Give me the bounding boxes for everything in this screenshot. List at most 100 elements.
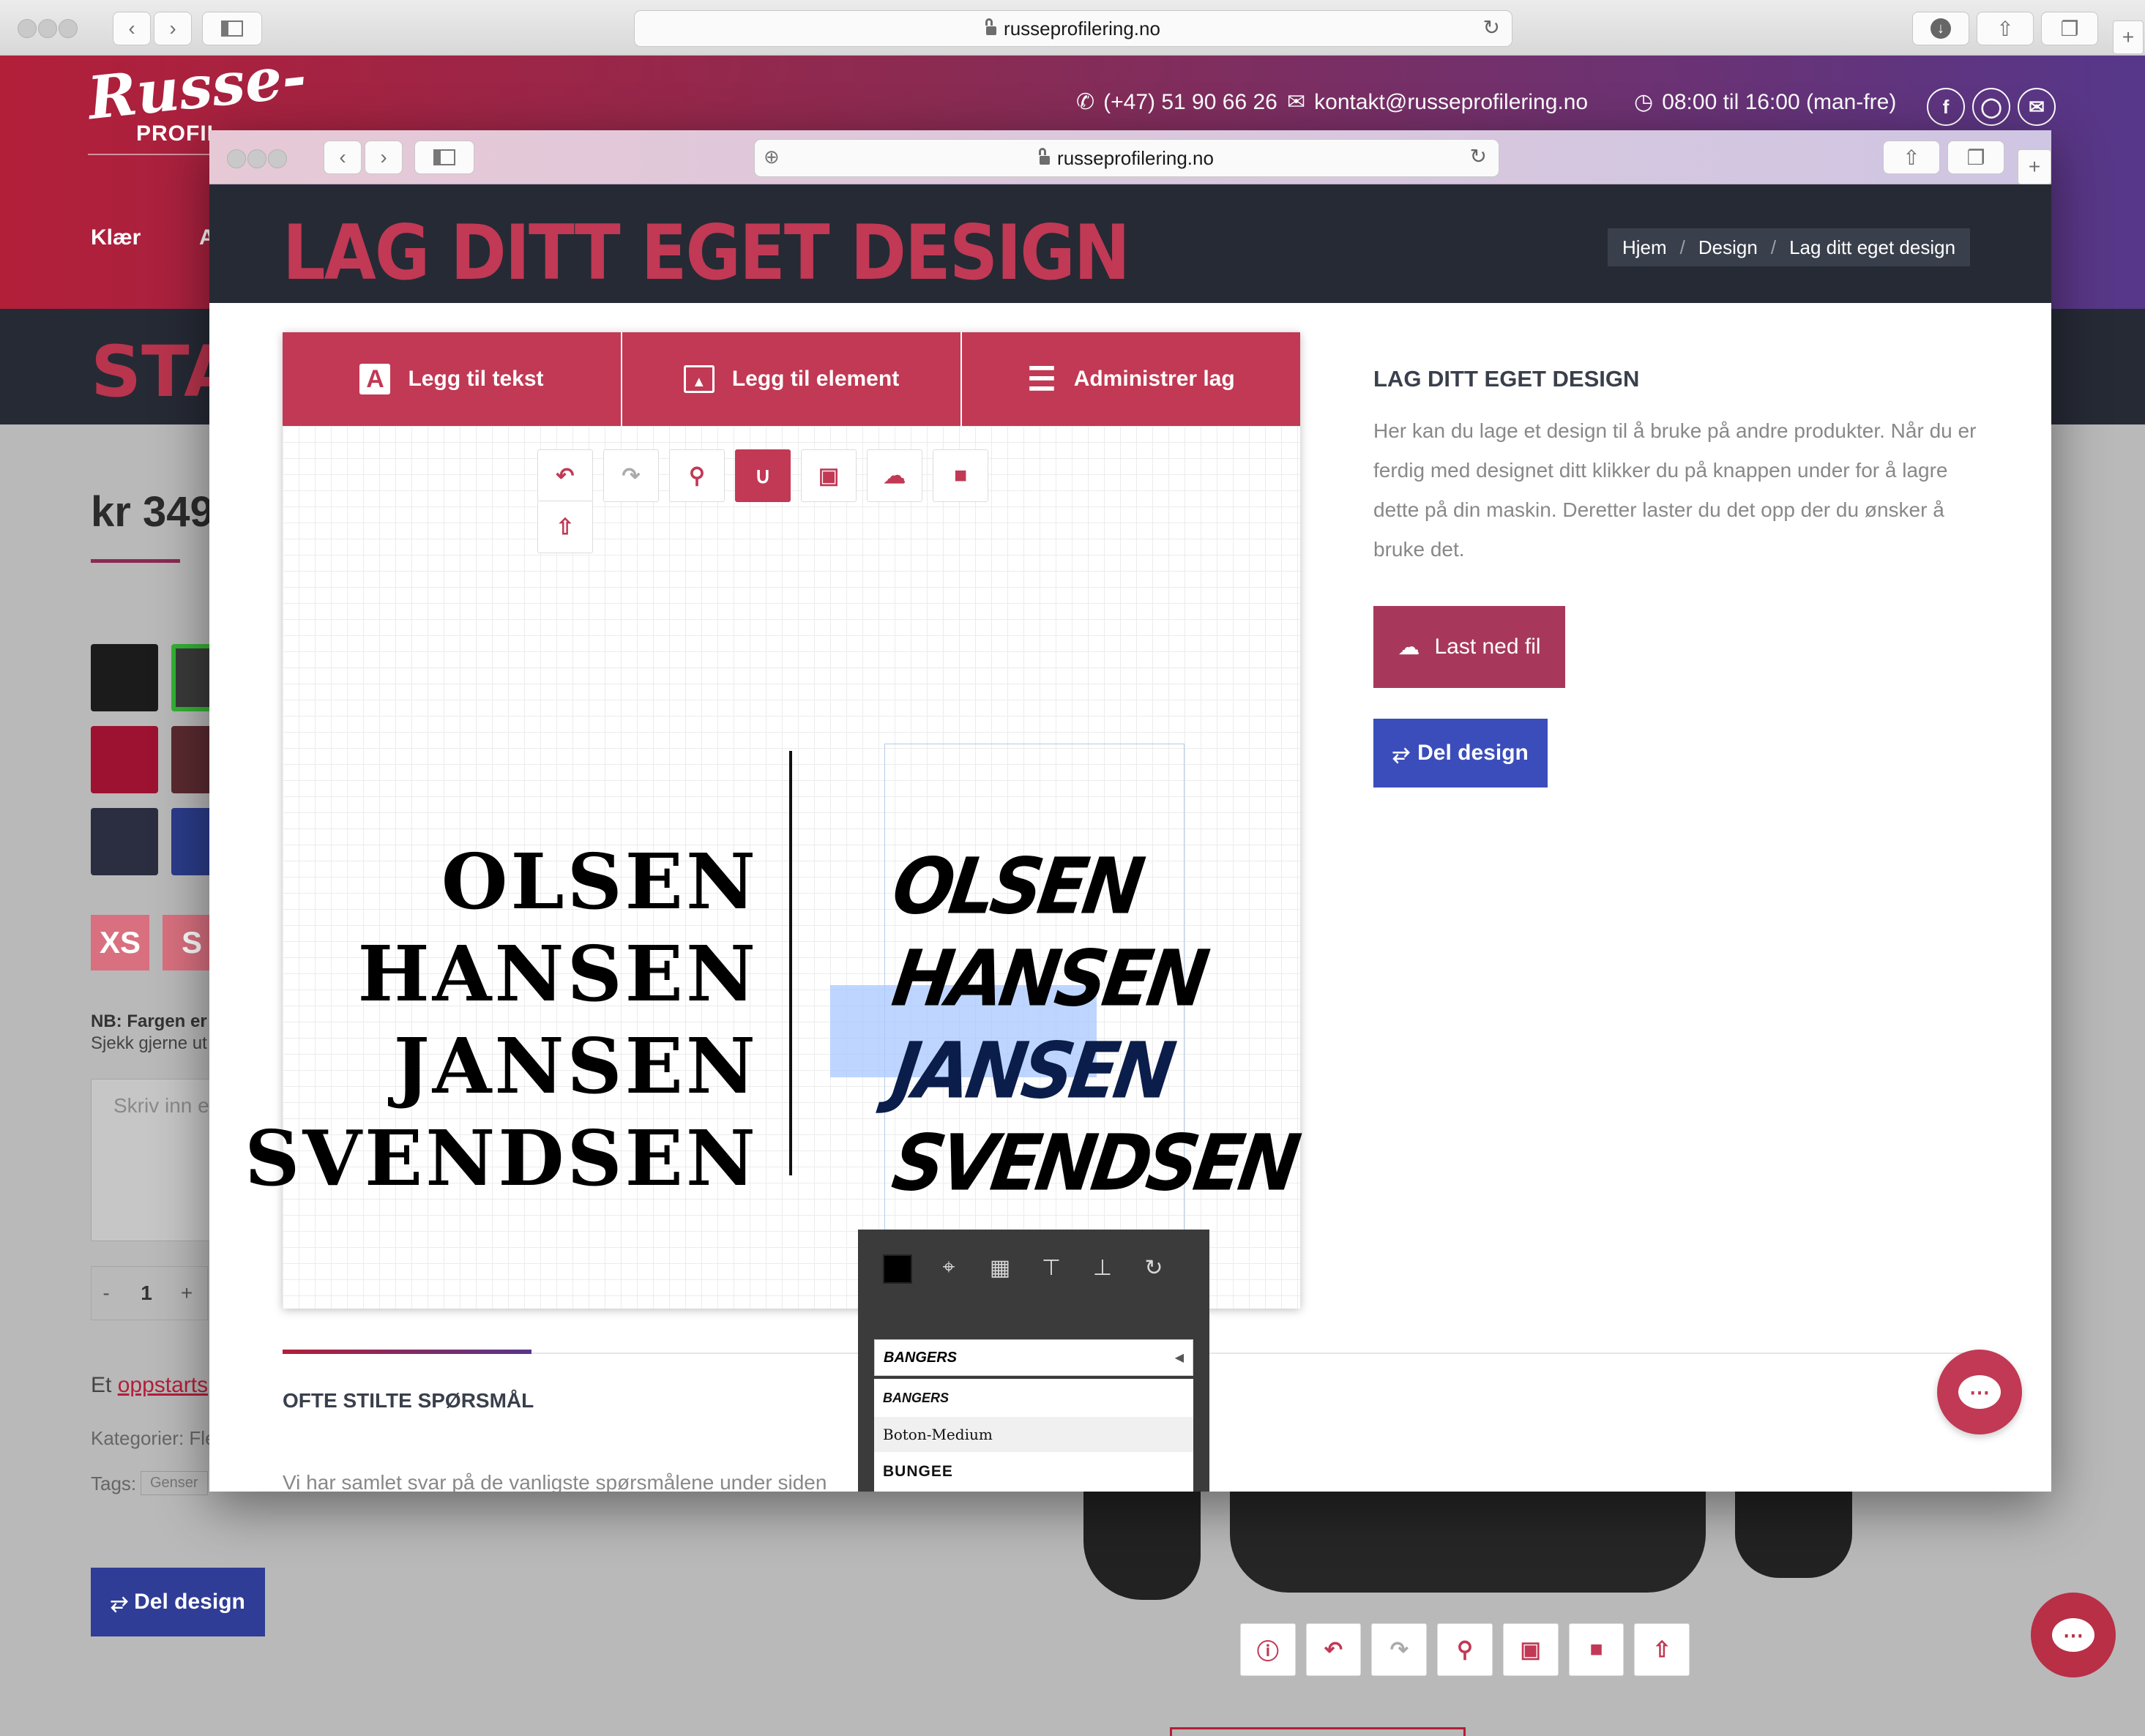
chevron-right-icon: ›: [169, 17, 176, 40]
modal-sidebar-button[interactable]: [414, 141, 474, 174]
share-design-button[interactable]: ⥂ Del design: [1373, 719, 1548, 787]
reload-icon[interactable]: ↻: [1483, 15, 1500, 40]
window-zoom-button[interactable]: [59, 19, 78, 38]
send-backward-icon[interactable]: ⊥: [1088, 1252, 1117, 1284]
breadcrumb-home[interactable]: Hjem: [1622, 236, 1667, 259]
size-xs[interactable]: XS: [91, 915, 149, 970]
modal-close-button[interactable]: [227, 149, 246, 168]
quantity-stepper[interactable]: - 1 +: [91, 1266, 208, 1320]
save-tool[interactable]: ■: [1568, 1623, 1624, 1676]
intro-link[interactable]: oppstarts: [118, 1373, 208, 1397]
share-design-button-bg[interactable]: ⥂ Del design: [91, 1568, 265, 1636]
modal-minimize-button[interactable]: [247, 149, 266, 168]
sidebar-toggle-button[interactable]: [202, 12, 262, 45]
reload-icon[interactable]: ↻: [1470, 144, 1487, 168]
custom-text-placeholder: Skriv inn e: [113, 1094, 209, 1117]
redo-button[interactable]: ↷: [603, 449, 659, 502]
design-canvas[interactable]: ↶ ↷ ⚲ ∪ ▣ ☁ ■ ⇧ OLSEN HANSEN JANSEN SVEN…: [245, 426, 1302, 1309]
modal-share-button[interactable]: ⇧: [1883, 141, 1940, 174]
cloud-download-button[interactable]: ☁: [867, 449, 922, 502]
chat-button[interactable]: ⋯: [1937, 1350, 2022, 1434]
save-button[interactable]: ■: [933, 449, 988, 502]
qty-plus[interactable]: +: [172, 1282, 201, 1305]
modal-zoom-button[interactable]: [268, 149, 287, 168]
text-properties-popup: ⌖ ▦ ⊤ ⊥ ↻ BANGERS ◀ BANGERS Boton-Medium…: [858, 1230, 1209, 1492]
bring-forward-icon[interactable]: ⊤: [1037, 1252, 1066, 1284]
downloads-button[interactable]: ↓: [1912, 12, 1969, 45]
magnet-button[interactable]: ∪: [735, 449, 791, 502]
qty-minus[interactable]: -: [92, 1282, 121, 1305]
add-bookmark-icon[interactable]: ⊕: [764, 146, 780, 168]
facebook-icon[interactable]: f: [1927, 88, 1965, 126]
side-heading: LAG DITT EGET DESIGN: [1373, 366, 1640, 392]
font-option-boton[interactable]: Boton-Medium: [874, 1417, 1193, 1452]
contact-hours: ◷ 08:00 til 16:00 (man-fre): [1634, 89, 1896, 115]
tabs-button[interactable]: ❐: [2041, 12, 2098, 45]
sidebar-icon: [221, 20, 243, 37]
undo-tool[interactable]: ↶: [1305, 1623, 1362, 1676]
contact-email[interactable]: ✉ kontakt@russeprofilering.no: [1287, 89, 1588, 115]
download-file-button[interactable]: ☁ Last ned fil: [1373, 606, 1565, 688]
tag-genser[interactable]: Genser: [141, 1471, 208, 1495]
tab-manage-layers[interactable]: ☰ Administrer lag: [962, 332, 1300, 426]
contact-phone[interactable]: ✆ (+47) 51 90 66 26: [1076, 89, 1277, 115]
modal-new-tab-button[interactable]: +: [2018, 149, 2051, 184]
text-hansen: HANSEN: [357, 929, 758, 1019]
crop-icon[interactable]: ⌖: [934, 1252, 963, 1284]
new-tab-button[interactable]: +: [2113, 20, 2144, 54]
text-block-right[interactable]: OLSEN HANSEN JANSEN SVENDSEN: [887, 837, 1302, 1211]
custom-text-input[interactable]: Skriv inn e: [91, 1079, 223, 1241]
modal-address-bar[interactable]: ⊕ russeprofilering.no ↻: [754, 139, 1499, 177]
info-tool[interactable]: ⓘ: [1240, 1623, 1296, 1676]
upload-tool[interactable]: ⇧: [1634, 1623, 1690, 1676]
product-tools: ⓘ ↶ ↷ ⚲ ▣ ■ ⇧: [1240, 1623, 1690, 1676]
breadcrumb-design[interactable]: Design: [1698, 236, 1758, 259]
undo-button[interactable]: ↶: [537, 449, 593, 502]
tabs-icon: ❐: [1966, 146, 1985, 169]
color-swatch-black[interactable]: [91, 644, 158, 711]
image-icon: ▲: [683, 365, 715, 393]
instagram-icon[interactable]: ◯: [1972, 88, 2010, 126]
share-design-label: Del design: [134, 1590, 245, 1614]
modal-tabs-button[interactable]: ❐: [1947, 141, 2004, 174]
align-center-icon[interactable]: ▦: [985, 1252, 1015, 1284]
back-button[interactable]: ‹: [113, 12, 151, 45]
redo-tool[interactable]: ↷: [1371, 1623, 1428, 1676]
modal-forward-button[interactable]: ›: [365, 141, 403, 174]
plus-icon: +: [2122, 26, 2135, 48]
font-option-bangers[interactable]: BANGERS: [874, 1379, 1193, 1417]
window-minimize-button[interactable]: [38, 19, 57, 38]
comic-text-jansen: JANSEN: [887, 1026, 1176, 1117]
chat-button-bg[interactable]: ⋯: [2031, 1593, 2116, 1677]
outer-address-bar[interactable]: russeprofilering.no ↻: [634, 10, 1512, 47]
nav-klaer[interactable]: Klær: [91, 225, 141, 250]
modal-page-header: LAG DITT EGET DESIGN Hjem / Design / Lag…: [209, 184, 2051, 303]
qty-value[interactable]: 1: [121, 1282, 172, 1305]
preview-tool[interactable]: ▣: [1502, 1623, 1559, 1676]
window-close-button[interactable]: [18, 19, 37, 38]
color-swatch-red[interactable]: [91, 726, 158, 793]
font-select[interactable]: BANGERS ◀: [874, 1339, 1193, 1376]
forward-button[interactable]: ›: [154, 12, 192, 45]
zoom-tool[interactable]: ⚲: [1437, 1623, 1493, 1676]
tab-add-element[interactable]: ▲ Legg til element: [622, 332, 960, 426]
share-button[interactable]: ⇧: [1977, 12, 2034, 45]
font-option-bungee[interactable]: BUNGEE: [874, 1452, 1193, 1492]
font-select-value: BANGERS: [884, 1349, 958, 1366]
zoom-button[interactable]: ⚲: [669, 449, 725, 502]
tab-add-text[interactable]: A Legg til tekst: [283, 332, 621, 426]
mail-circle-icon[interactable]: ✉: [2018, 88, 2056, 126]
color-swatch-navy[interactable]: [91, 808, 158, 875]
modal-browser-toolbar: ‹ › ⊕ russeprofilering.no ↻ ⇧ ❐ +: [209, 130, 2051, 184]
cloud-download-icon: ☁: [1398, 635, 1420, 659]
divider-line[interactable]: [789, 751, 792, 1175]
rotate-icon[interactable]: ↻: [1139, 1252, 1168, 1284]
share-icon: ⥂: [111, 1590, 129, 1614]
modal-url-text: russeprofilering.no: [1057, 146, 1214, 169]
preview-button[interactable]: ▣: [801, 449, 857, 502]
modal-back-button[interactable]: ‹: [324, 141, 362, 174]
canvas-toolbar: ↶ ↷ ⚲ ∪ ▣ ☁ ■ ⇧: [537, 449, 991, 559]
share-icon: ⇧: [1903, 146, 1920, 169]
color-picker[interactable]: [883, 1254, 912, 1284]
upload-button[interactable]: ⇧: [537, 501, 593, 553]
